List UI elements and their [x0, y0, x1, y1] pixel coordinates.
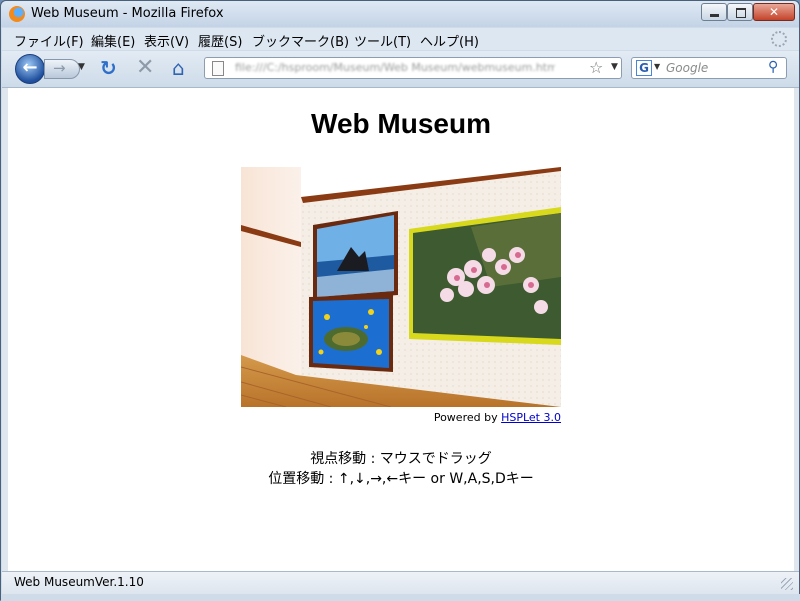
close-icon: ✕	[768, 5, 780, 19]
page-content: Web Museum Powered by HSPLet 3.0 視点移動: …	[8, 88, 794, 571]
close-button[interactable]: ✕	[753, 3, 795, 21]
instruction-move: 位置移動 : ↑,↓,→,←キー or W,A,S,Dキー	[268, 471, 534, 487]
status-bar: Web MuseumVer.1.10	[2, 571, 799, 594]
menu-view[interactable]: 表示(V)	[144, 31, 189, 50]
page-icon	[212, 61, 224, 76]
browser-window: Web Museum - Mozilla Firefox ✕ ファイル(F) 編…	[0, 0, 800, 601]
menu-history[interactable]: 履歴(S)	[198, 31, 242, 50]
back-button[interactable]: ←	[15, 54, 45, 84]
painting-turtle	[309, 295, 393, 372]
maximize-button[interactable]	[727, 3, 753, 21]
powered-by: Powered by HSPLet 3.0	[241, 411, 561, 424]
resize-grip-icon[interactable]	[781, 578, 793, 590]
minimize-button[interactable]	[701, 3, 727, 21]
hsplet-link[interactable]: HSPLet 3.0	[501, 411, 561, 424]
menu-edit[interactable]: 編集(E)	[91, 31, 135, 50]
stop-icon[interactable]: ✕	[136, 57, 154, 79]
menu-tools[interactable]: ツール(T)	[354, 31, 411, 50]
museum-3d-applet[interactable]	[241, 167, 561, 407]
painting-flowers	[409, 207, 561, 345]
firefox-logo-icon	[9, 6, 25, 22]
back-arrow-icon: ←	[22, 57, 38, 78]
home-icon[interactable]: ⌂	[172, 57, 185, 79]
reload-icon[interactable]: ↻	[100, 57, 117, 79]
forward-button[interactable]: →	[44, 59, 80, 79]
status-text: Web MuseumVer.1.10	[14, 575, 144, 589]
window-title: Web Museum - Mozilla Firefox	[31, 6, 224, 21]
bookmark-star-icon[interactable]: ☆	[589, 58, 603, 77]
page-title: Web Museum	[311, 108, 491, 139]
menu-bookmarks[interactable]: ブックマーク(B)	[252, 31, 349, 50]
search-input[interactable]	[666, 60, 766, 76]
menu-file[interactable]: ファイル(F)	[14, 31, 84, 50]
menu-bar: ファイル(F) 編集(E) 表示(V) 履歴(S) ブックマーク(B) ツール(…	[2, 28, 799, 50]
url-dropdown-icon[interactable]: ▼	[611, 62, 618, 72]
url-text[interactable]: file:///C:/hsproom/Museum/Web Museum/web…	[235, 61, 555, 74]
search-magnifier-icon[interactable]: ⚲	[768, 59, 778, 75]
url-bar[interactable]: file:///C:/hsproom/Museum/Web Museum/web…	[204, 57, 622, 79]
engine-dropdown-icon[interactable]: ▼	[654, 62, 660, 71]
content-right-border	[794, 88, 799, 571]
gallery-scene	[241, 167, 561, 407]
painting-whale	[313, 211, 398, 301]
powered-by-label: Powered by	[433, 411, 502, 424]
menu-help[interactable]: ヘルプ(H)	[420, 31, 479, 50]
navigation-toolbar: ← → ▼ ↻ ✕ ⌂ file:///C:/hsproom/Museum/We…	[2, 51, 799, 88]
google-engine-icon[interactable]: G	[636, 60, 652, 76]
throbber-icon	[771, 31, 787, 47]
instruction-view: 視点移動 : マウスでドラッグ	[310, 451, 492, 467]
history-dropdown-icon[interactable]: ▼	[78, 62, 85, 72]
forward-arrow-icon: →	[53, 59, 66, 77]
search-bar[interactable]: G ▼ ⚲	[631, 57, 787, 79]
title-bar[interactable]: Web Museum - Mozilla Firefox ✕	[1, 1, 799, 27]
